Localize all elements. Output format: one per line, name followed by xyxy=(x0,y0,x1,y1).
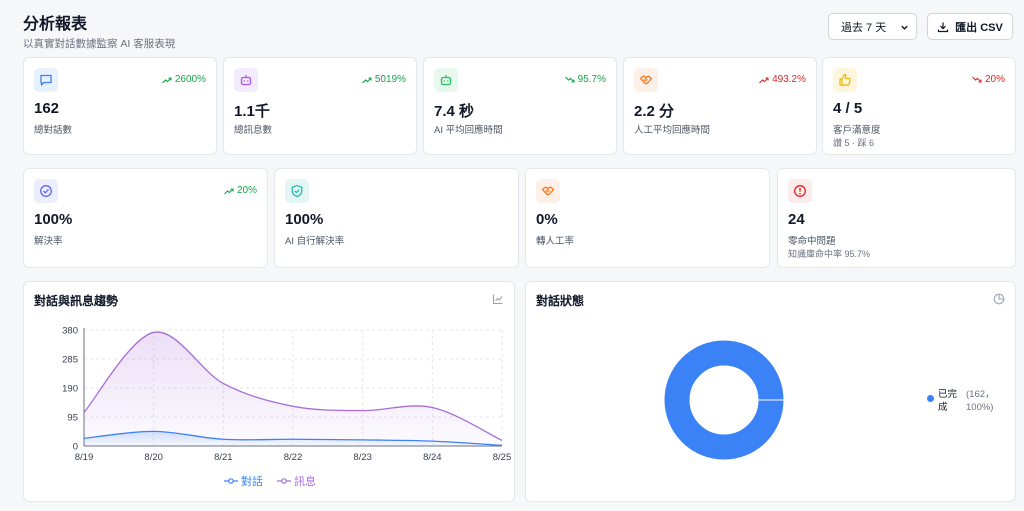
trend-value: 20% xyxy=(236,185,257,196)
trend-up-icon xyxy=(161,76,172,83)
x-tick-label: 8/25 xyxy=(493,452,512,463)
stat-label: 總訊息數 xyxy=(234,125,273,136)
stat-label: 解決率 xyxy=(34,236,63,247)
shield-check-icon xyxy=(291,184,303,198)
export-csv-label: 匯出 CSV xyxy=(955,21,1003,34)
stat-icon-box xyxy=(788,179,812,203)
y-tick-label: 0 xyxy=(73,442,78,453)
stat-value: 0% xyxy=(536,211,558,228)
stat-icon-box xyxy=(536,179,560,203)
chat-bubble-icon xyxy=(40,74,52,86)
chevron-down-icon xyxy=(901,25,908,30)
stat-icon-box xyxy=(634,68,658,92)
check-circle-icon xyxy=(40,185,52,197)
x-tick-label: 8/19 xyxy=(75,452,94,463)
stat-value: 4 / 5 xyxy=(833,100,863,117)
trend-chart: 0 95 190 285 380 8/19 8/20 8/21 8/22 8/23 8/24 8/25 xyxy=(62,326,512,464)
trend-up-icon xyxy=(361,76,372,83)
y-tick-label: 380 xyxy=(62,326,78,337)
stat-value: 1.1千 xyxy=(234,103,270,120)
trend-chart-panel: 對話與訊息趨勢 0 95 190 285 380 8/19 8/20 8/21 8/22 8/23… xyxy=(23,281,515,502)
trend-up-icon xyxy=(224,187,234,194)
stat-label: AI 平均回應時間 xyxy=(434,125,503,136)
page-header: 分析報表 以真實對話數據監察 AI 客服表現 過去 7 天 匯出 CSV xyxy=(23,10,1013,50)
stat-icon-box xyxy=(833,68,857,92)
stat-value: 162 xyxy=(34,100,60,117)
x-tick-label: 8/21 xyxy=(214,452,233,463)
x-tick-label: 8/22 xyxy=(284,452,303,463)
legend-item-conversations[interactable]: 對話 xyxy=(224,473,263,489)
trend-indicator: 95.7% xyxy=(564,74,606,85)
thumbs-up-icon xyxy=(839,73,851,86)
trend-value: 5019% xyxy=(374,74,406,85)
download-icon xyxy=(938,22,949,32)
date-range-select[interactable]: 過去 7 天 xyxy=(828,13,917,40)
trend-value: 95.7% xyxy=(577,74,606,85)
legend-marker xyxy=(224,478,238,484)
alert-circle-icon xyxy=(794,185,806,197)
stat-card-resolution-rate: 20% 100% 解決率 xyxy=(23,168,268,268)
trend-down-icon xyxy=(564,76,575,83)
stat-icon-box xyxy=(285,179,309,203)
stat-icon-box xyxy=(234,68,258,92)
x-tick-label: 8/23 xyxy=(353,452,372,463)
robot-icon xyxy=(440,75,452,86)
stat-card-zero-hit-questions: 24 零命中問題 知識庫命中率 95.7% xyxy=(777,168,1016,268)
stat-card-handoff-rate: 0% 轉人工率 xyxy=(525,168,770,268)
stat-card-total-messages: 5019% 1.1千 總訊息數 xyxy=(223,57,417,155)
stat-label: 人工平均回應時間 xyxy=(634,125,711,136)
stat-card-total-conversations: 2600% 162 總對話數 xyxy=(23,57,217,155)
legend-label: 對話 xyxy=(241,476,263,488)
export-csv-button[interactable]: 匯出 CSV xyxy=(927,13,1013,40)
y-tick-label: 190 xyxy=(62,384,78,395)
donut-legend: 已完成 (162，100%) xyxy=(927,388,1002,414)
stat-card-ai-self-resolution: 100% AI 自行解決率 xyxy=(274,168,519,268)
trend-indicator: 20% xyxy=(972,74,1005,85)
stat-card-human-response-time: 493.2% 2.2 分 人工平均回應時間 xyxy=(623,57,817,155)
handshake-icon xyxy=(541,186,555,196)
stat-card-ai-response-time: 95.7% 7.4 秒 AI 平均回應時間 xyxy=(423,57,617,155)
stat-card-satisfaction: 20% 4 / 5 客戶滿意度 讚 5 · 踩 6 xyxy=(822,57,1016,155)
trend-value: 20% xyxy=(984,74,1005,85)
stat-label: AI 自行解決率 xyxy=(285,236,345,247)
legend-detail: (162，100%) xyxy=(966,389,995,413)
stat-icon-box xyxy=(434,68,458,92)
y-tick-label: 285 xyxy=(62,355,78,366)
stat-icon-box xyxy=(34,179,58,203)
trend-down-icon xyxy=(972,76,982,83)
donut-slice[interactable] xyxy=(664,340,784,460)
stat-value: 2.2 分 xyxy=(634,103,675,120)
legend-label[interactable]: 已完成 xyxy=(938,388,962,414)
trend-indicator: 20% xyxy=(224,185,257,196)
chart-legend: 對話 訊息 xyxy=(24,473,516,489)
stat-icon-box xyxy=(34,68,58,92)
trend-indicator: 2600% xyxy=(161,74,206,85)
legend-dot xyxy=(927,395,934,402)
trend-value: 2600% xyxy=(174,74,206,85)
status-chart-panel: 對話狀態 已完成 (162，100%) xyxy=(525,281,1016,502)
robot-icon xyxy=(240,75,252,86)
y-tick-label: 95 xyxy=(67,413,78,424)
stat-label: 客戶滿意度 xyxy=(833,125,881,136)
stat-value: 100% xyxy=(285,211,324,228)
stat-label: 零命中問題 xyxy=(788,236,836,247)
trend-indicator: 5019% xyxy=(361,74,406,85)
handshake-icon xyxy=(639,75,653,85)
stat-subtext: 讚 5 · 踩 6 xyxy=(833,138,875,148)
stat-subtext: 知識庫命中率 95.7% xyxy=(788,249,871,259)
date-range-value: 過去 7 天 xyxy=(841,21,887,34)
stat-value: 7.4 秒 xyxy=(434,103,475,120)
stat-label: 轉人工率 xyxy=(536,236,575,247)
stat-value: 100% xyxy=(34,211,73,228)
stat-label: 總對話數 xyxy=(34,125,73,136)
trend-indicator: 493.2% xyxy=(759,74,806,85)
x-tick-label: 8/20 xyxy=(144,452,163,463)
trend-value: 493.2% xyxy=(772,74,806,85)
legend-item-messages[interactable]: 訊息 xyxy=(277,473,316,489)
trend-up-icon xyxy=(759,76,769,83)
x-tick-label: 8/24 xyxy=(423,452,442,463)
legend-marker xyxy=(277,478,291,484)
legend-label: 訊息 xyxy=(294,476,316,488)
stat-value: 24 xyxy=(788,211,805,228)
